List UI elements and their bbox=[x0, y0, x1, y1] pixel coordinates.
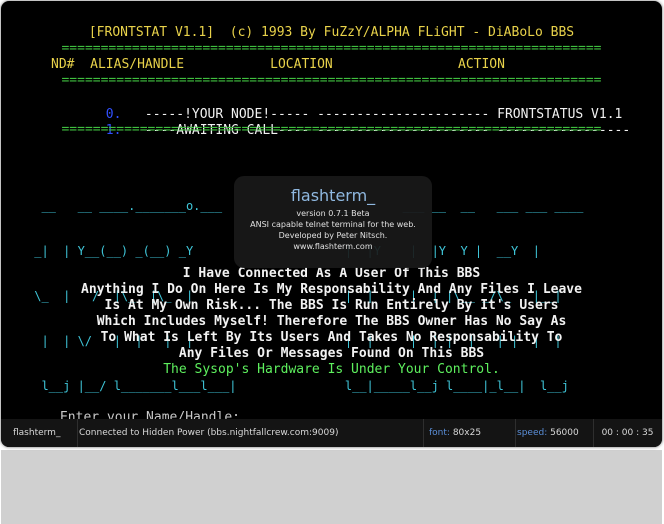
font-label: font: bbox=[429, 428, 450, 438]
terminal-screen[interactable]: [FRONTSTAT V1.1] (c) 1993 By FuZzY/ALPHA… bbox=[1, 1, 662, 438]
about-overlay: flashterm_ version 0.7.1 Beta ANSI capab… bbox=[234, 176, 432, 268]
about-version: version 0.7.1 Beta bbox=[296, 209, 370, 218]
message-line: Which Includes Myself! Therefore The BBS… bbox=[96, 314, 567, 329]
node-row-0: 0. -----!YOUR NODE!----- ---------------… bbox=[51, 91, 662, 122]
speed-label: speed: bbox=[517, 428, 548, 438]
speed-value: 56000 bbox=[550, 428, 579, 438]
font-indicator: font: 80x25 bbox=[423, 419, 516, 447]
app-name: flashterm_ bbox=[1, 419, 78, 447]
session-timer: 00 : 00 : 35 bbox=[601, 428, 654, 438]
window-reflection bbox=[1, 450, 662, 524]
message-line: Anything I Do On Here Is My Responsabili… bbox=[81, 282, 582, 297]
speed-indicator: speed: 56000 bbox=[511, 419, 594, 447]
status-bar: flashterm_ Connected to Hidden Power (bb… bbox=[1, 419, 662, 447]
message-line: I Have Connected As A User Of This BBS bbox=[182, 266, 481, 281]
about-developer: Developed by Peter Nitsch. bbox=[278, 231, 388, 240]
message-line: To What Is Left By Its Users And Takes N… bbox=[100, 330, 563, 345]
node-row-1: 1. ----AWAITING CALL---- ---------------… bbox=[51, 107, 662, 138]
message-line: Is At My Own Risk... The BBS Is Run Enti… bbox=[104, 298, 559, 313]
font-value: 80x25 bbox=[452, 428, 482, 438]
login-prompt[interactable]: Enter your Name/Handle: _ bbox=[13, 394, 662, 425]
about-title: flashterm_ bbox=[290, 186, 376, 205]
message-line: Any Files Or Messages Found On This BBS bbox=[178, 346, 485, 361]
terminal-window: [FRONTSTAT V1.1] (c) 1993 By FuZzY/ALPHA… bbox=[1, 1, 662, 447]
connection-status: Connected to Hidden Power (bbs.nightfall… bbox=[77, 419, 424, 447]
logo-line: l__j |__/ l_______l___l___| l__|_____l__… bbox=[27, 379, 569, 393]
separator-bottom: ========================================… bbox=[61, 122, 602, 137]
separator-top: ========================================… bbox=[61, 41, 602, 56]
column-headers: ND# ALIAS/HANDLE LOCATION ACTION bbox=[51, 57, 505, 72]
message-highlight-line: The Sysop's Hardware Is Under Your Contr… bbox=[163, 362, 500, 377]
about-url: www.flashterm.com bbox=[293, 242, 373, 251]
banner-line: [FRONTSTAT V1.1] (c) 1993 By FuZzY/ALPHA… bbox=[88, 25, 575, 40]
separator-mid: ========================================… bbox=[61, 73, 602, 88]
reflection-content bbox=[1, 450, 662, 524]
about-description: ANSI capable telnet terminal for the web… bbox=[250, 220, 416, 229]
